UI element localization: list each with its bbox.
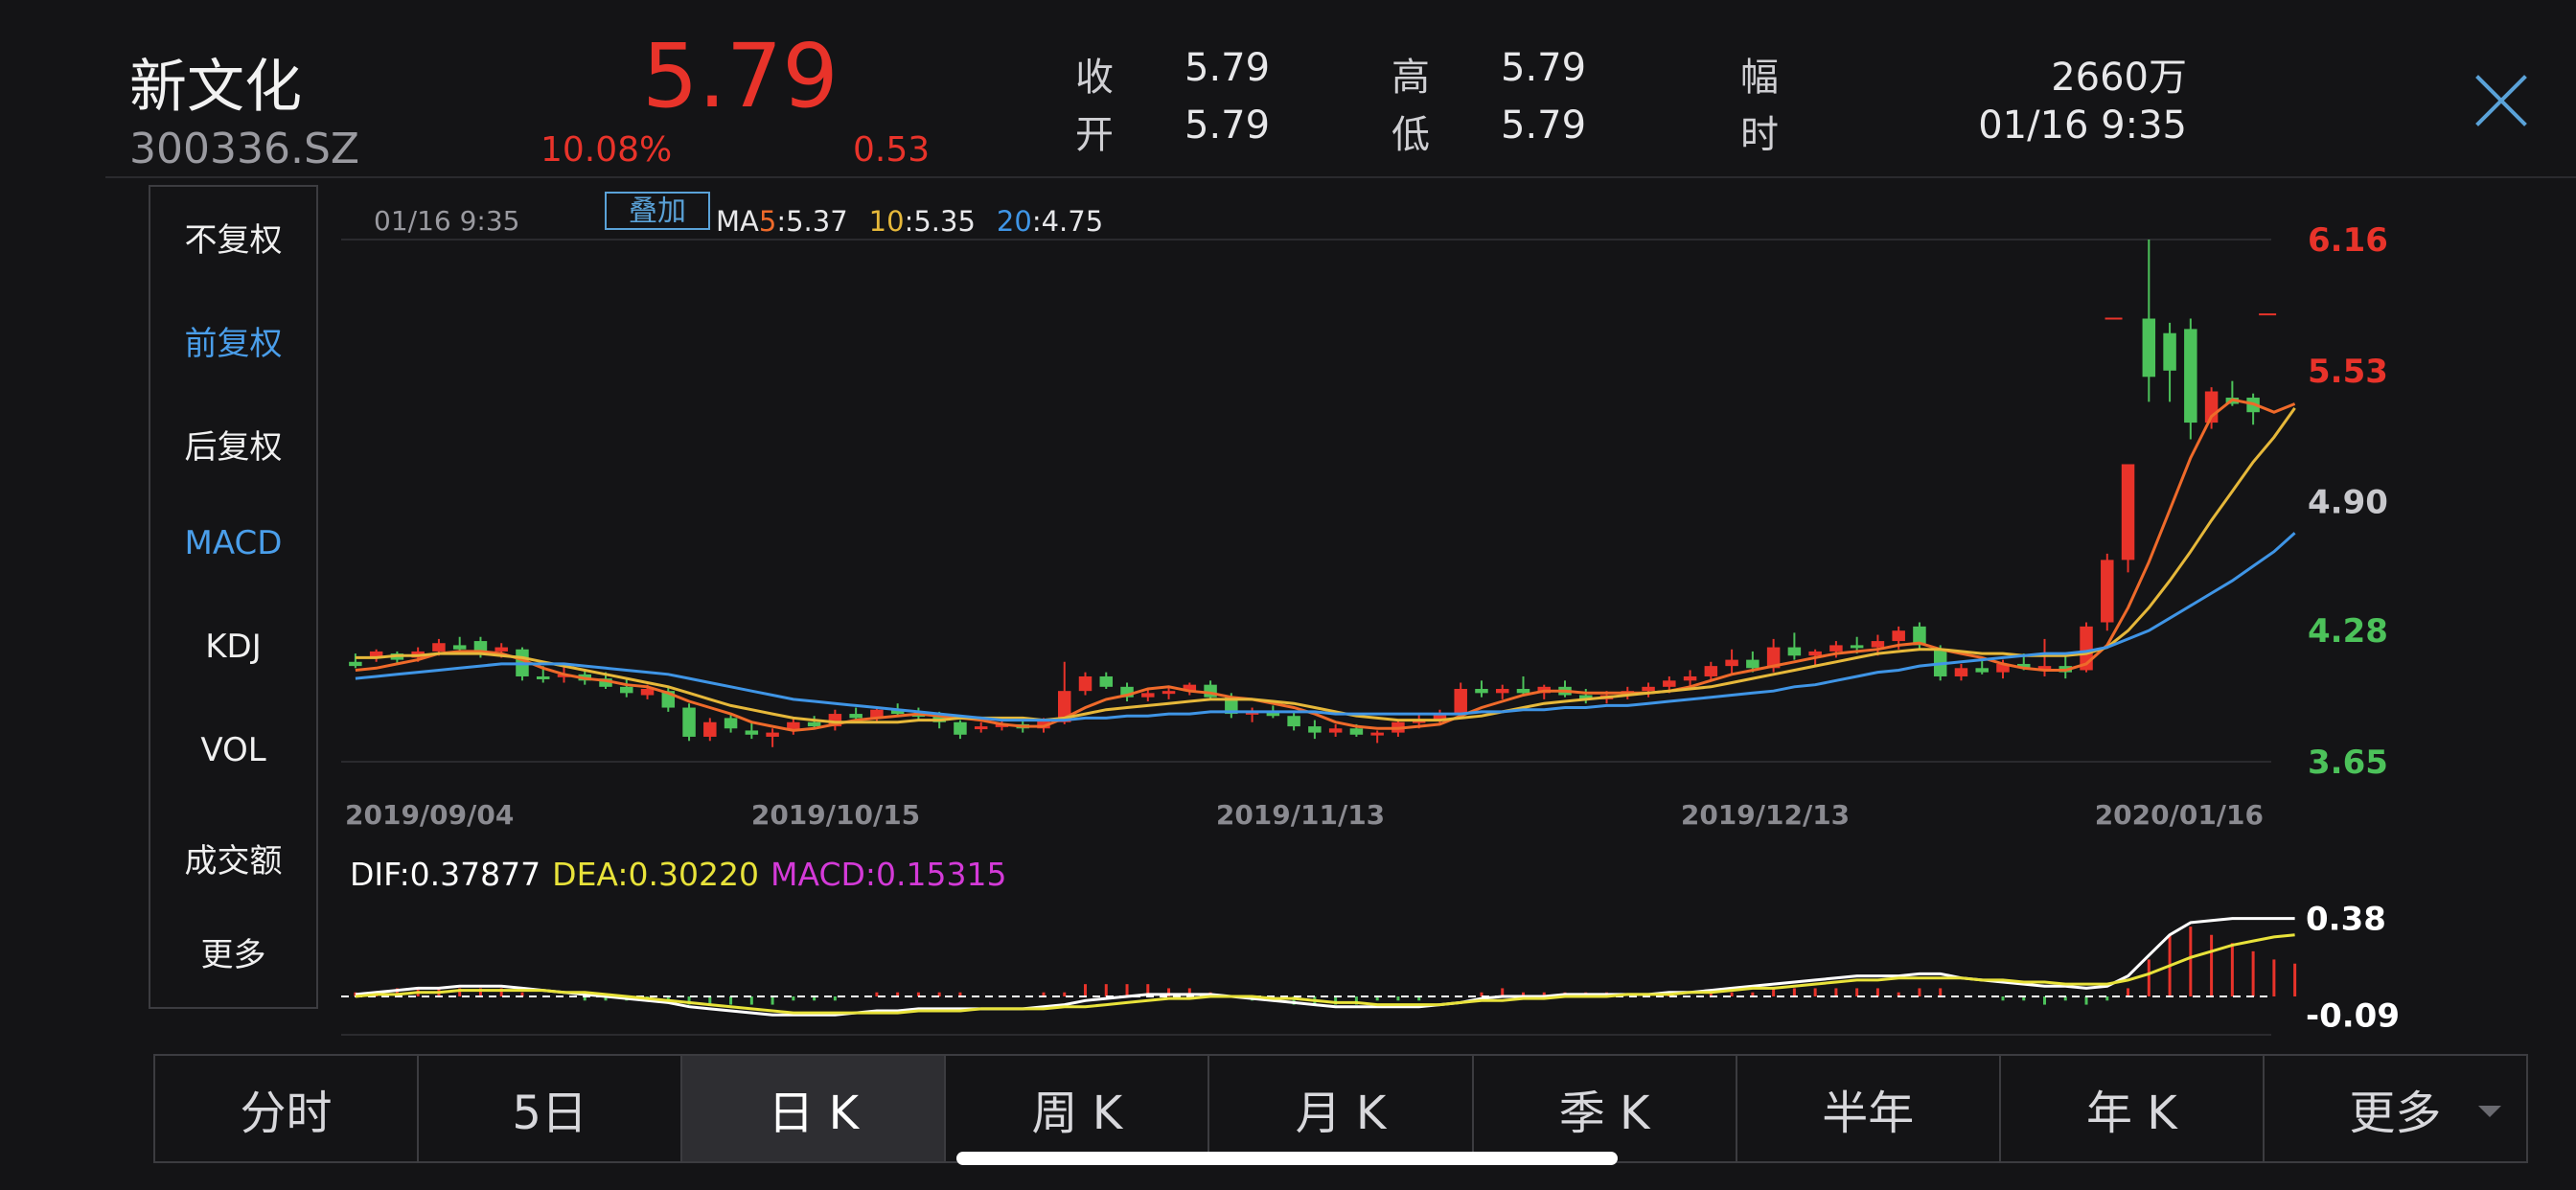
candle-body [1495,689,1509,694]
ma20-value: :4.75 [1032,205,1103,238]
price-tick-label: 5.53 [2308,353,2388,391]
candle-body [1704,666,1718,676]
candle-body [349,661,362,667]
candle-body [1287,716,1300,727]
candle-body [1475,689,1488,694]
price-tick-label: 4.28 [2308,612,2388,651]
candle-body [1370,732,1384,736]
candle-body [766,732,779,737]
candle-body [682,707,696,737]
price-tick-label: 3.65 [2308,744,2388,782]
tab-monthly-k[interactable]: 月 K [1209,1056,1474,1161]
candle-body [1808,651,1822,656]
candle-body [452,645,467,650]
candle-body [1308,726,1322,733]
tab-more[interactable]: 更多 [2265,1056,2526,1161]
candle-body [1850,645,1864,649]
ma5-line [355,398,2296,732]
candle-body [1663,680,1676,687]
candle-body [954,721,967,735]
dif-value: DIF:0.37877 [350,856,540,893]
candle-body [536,675,550,679]
candle-body [494,647,508,652]
tab-5day[interactable]: 5日 [419,1056,683,1161]
ma20-label: 20 [997,205,1032,238]
tab-half-year[interactable]: 半年 [1737,1056,2001,1161]
date-tick-label: 2019/12/13 [1681,799,1850,831]
candle-body [1954,668,1968,676]
chevron-down-icon [2477,1106,2501,1117]
candle-body [1328,728,1343,733]
candle-body [432,643,446,652]
candle-body [2142,318,2156,378]
home-indicator [956,1152,1618,1165]
candle-body [1746,659,1760,669]
candle-body [849,714,862,719]
candle-body [1642,686,1655,692]
tab-yearly-k[interactable]: 年 K [2001,1056,2265,1161]
candle-body [1454,689,1467,715]
candle-body [640,689,655,696]
candle-body [620,686,633,694]
candle-body [1725,659,1738,667]
candle-body [2121,464,2135,561]
macd-value: MACD:0.15315 [770,856,1007,893]
candle-body [1787,647,1802,656]
candle-body [703,721,717,737]
candle-body [1683,675,1697,681]
tab-daily-k[interactable]: 日 K [682,1056,947,1161]
candle-body [1892,630,1905,642]
ma-legend: MA5:5.37 10:5.35 20:4.75 [716,205,1103,238]
price-tick-label: 6.16 [2308,221,2388,260]
macd-tick-label: 0.38 [2306,901,2386,939]
candle-body [745,730,759,735]
candle-body [1516,689,1530,694]
date-tick-label: 2020/01/16 [2095,799,2264,831]
ma5-value: :5.37 [776,205,847,238]
dea-value: DEA:0.30220 [552,856,759,893]
candle-body [1349,728,1364,735]
price-tick-label: 4.90 [2308,484,2388,522]
candle-body [2101,560,2114,623]
overlay-button-label[interactable]: 叠加 [629,195,686,228]
chart-grid [341,239,2271,1036]
candle-body [1141,693,1155,698]
crosshair-time: 01/16 9:35 [374,205,519,237]
macd-legend: DIF:0.37877 DEA:0.30220 MACD:0.15315 [350,856,1007,893]
candle-body [974,726,988,730]
tab-more-label: 更多 [2349,1087,2442,1140]
candle-body [2184,329,2197,423]
candle-body [1829,645,1843,652]
date-tick-label: 2019/10/15 [751,799,920,831]
candle-body [1162,691,1176,695]
macd-tick-label: -0.09 [2306,996,2400,1035]
date-tick-label: 2019/11/13 [1216,799,1385,831]
candle-body [1871,641,1885,648]
macd-panel [341,917,2297,1017]
ma-lines [355,398,2296,732]
tab-weekly-k[interactable]: 周 K [946,1056,1210,1161]
candle-body [724,718,738,729]
period-tabs: 分时 5日 日 K 周 K 月 K 季 K 半年 年 K 更多 [153,1054,2528,1163]
candle-body [807,721,821,727]
date-tick-label: 2019/09/04 [345,799,514,831]
ma10-value: :5.35 [905,205,976,238]
kline-chart[interactable]: 01/16 9:35 叠加 MA5:5.37 10:5.35 20:4.75 DIF… [0,0,2576,1190]
candle-body [1078,675,1092,692]
candle-body [1099,675,1114,687]
ma10-label: 10 [869,205,905,238]
ma10-line [355,407,2296,724]
tab-intraday[interactable]: 分时 [155,1056,420,1161]
candle-body [2163,332,2176,371]
candle-body [1975,668,1989,673]
tab-quarterly-k[interactable]: 季 K [1474,1056,1737,1161]
ma-prefix: MA [716,205,759,238]
ma5-label: 5 [759,205,776,238]
